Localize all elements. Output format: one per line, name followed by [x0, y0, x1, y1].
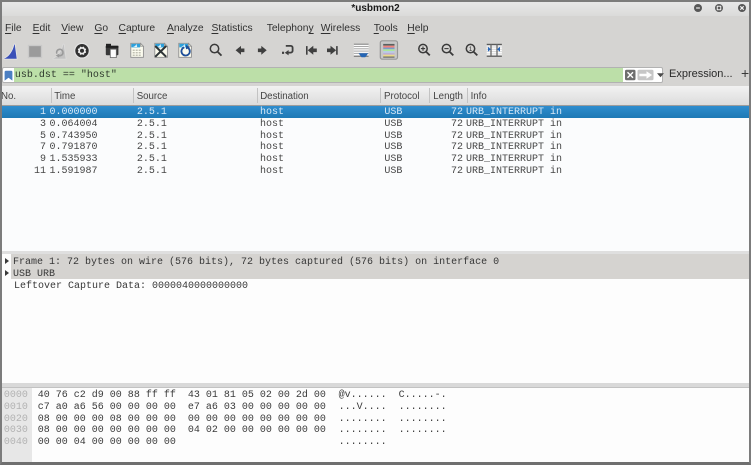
svg-text:1: 1: [469, 46, 473, 53]
